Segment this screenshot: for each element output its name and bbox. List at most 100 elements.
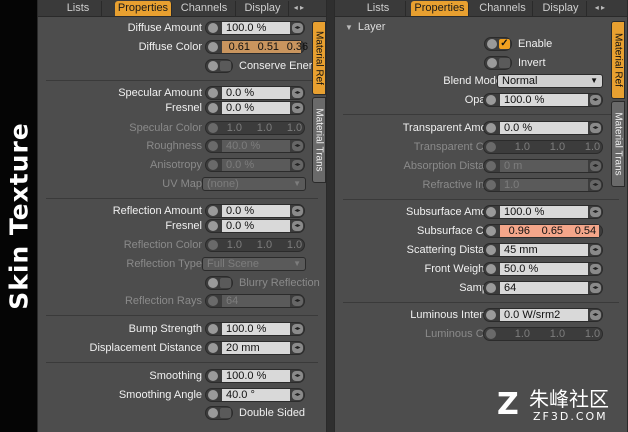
checkmark-icon[interactable]: ✓ xyxy=(499,39,510,49)
roughness-field[interactable]: 40.0 % ◂▸ xyxy=(205,139,305,153)
diffuse-color-field[interactable]: 0.61 0.51 0.36 xyxy=(205,40,308,54)
enable-toggle[interactable]: ✓ Enable xyxy=(484,37,604,51)
luminous-intensity-value[interactable]: 0.0 W/srm2 xyxy=(500,309,588,321)
envelope-dot-icon[interactable] xyxy=(486,180,496,190)
envelope-dot-icon[interactable] xyxy=(208,371,218,381)
reflection-rays-field[interactable]: 64 ◂▸ xyxy=(205,294,305,308)
smoothing-field[interactable]: 100.0 % ◂▸ xyxy=(205,369,305,383)
vtab-material-trans[interactable]: Material Trans xyxy=(611,101,625,187)
stepper-arrows-icon[interactable]: ◂▸ xyxy=(292,23,303,33)
reflection-amount-field[interactable]: 0.0 % ◂▸ xyxy=(205,204,305,218)
envelope-dot-icon[interactable] xyxy=(208,42,218,52)
tab-channels[interactable]: Channels xyxy=(173,1,236,16)
tab-display[interactable]: Display xyxy=(237,1,289,16)
envelope-dot-icon[interactable] xyxy=(208,141,218,151)
blend-mode-dropdown[interactable]: Normal ▼ xyxy=(497,74,603,88)
double-sided-checkbox[interactable] xyxy=(205,406,233,420)
envelope-dot-icon[interactable] xyxy=(486,264,496,274)
chevron-down-icon[interactable]: ▼ xyxy=(345,23,353,32)
opacity-value[interactable]: 100.0 % xyxy=(500,94,588,106)
anisotropy-value[interactable]: 0.0 % xyxy=(222,159,290,171)
subsurface-amount-value[interactable]: 100.0 % xyxy=(500,206,588,218)
envelope-dot-icon[interactable] xyxy=(208,324,218,334)
enable-checkbox[interactable]: ✓ xyxy=(484,37,512,51)
layer-section-header[interactable]: ▼ Layer xyxy=(345,21,385,33)
invert-toggle[interactable]: Invert xyxy=(484,56,604,70)
stepper-arrows-icon[interactable]: ◂▸ xyxy=(292,88,303,98)
stepper-arrows-icon[interactable]: ◂▸ xyxy=(590,207,601,217)
envelope-dot-icon[interactable] xyxy=(208,23,218,33)
stepper-arrows-icon[interactable]: ◂▸ xyxy=(590,310,601,320)
fresnel-2-value[interactable]: 0.0 % xyxy=(222,220,290,232)
diffuse-amount-value[interactable]: 100.0 % xyxy=(222,22,290,34)
luminous-color-field[interactable]: 1.0 1.0 1.0 xyxy=(483,327,603,341)
absorption-distance-field[interactable]: 0 m ◂▸ xyxy=(483,159,603,173)
stepper-arrows-icon[interactable]: ◂▸ xyxy=(292,160,303,170)
stepper-arrows-icon[interactable]: ◂▸ xyxy=(292,390,303,400)
stepper-arrows-icon[interactable]: ◂▸ xyxy=(292,141,303,151)
envelope-dot-icon[interactable] xyxy=(487,39,497,49)
envelope-dot-icon[interactable] xyxy=(208,408,218,418)
envelope-dot-icon[interactable] xyxy=(208,206,218,216)
stepper-arrows-icon[interactable]: ◂▸ xyxy=(590,245,601,255)
fresnel-2-field[interactable]: 0.0 % ◂▸ xyxy=(205,219,305,233)
envelope-dot-icon[interactable] xyxy=(208,88,218,98)
transparent-color-swatch[interactable]: 1.0 1.0 1.0 xyxy=(500,141,600,153)
specular-color-field[interactable]: 1.0 1.0 1.0 xyxy=(205,121,305,135)
reflection-type-dropdown[interactable]: Full Scene ▼ xyxy=(202,257,306,271)
tab-scroll-icon[interactable]: ◂ ▸ xyxy=(595,3,605,12)
subsurface-color-swatch[interactable]: 0.96 0.65 0.54 xyxy=(500,225,599,237)
envelope-dot-icon[interactable] xyxy=(208,61,218,71)
envelope-dot-icon[interactable] xyxy=(208,296,218,306)
fresnel-field[interactable]: 0.0 % ◂▸ xyxy=(205,101,305,115)
stepper-arrows-icon[interactable]: ◂▸ xyxy=(292,103,303,113)
diffuse-amount-field[interactable]: 100.0 % ◂▸ xyxy=(205,21,305,35)
conserve-energy-checkbox[interactable] xyxy=(205,59,233,73)
stepper-arrows-icon[interactable]: ◂▸ xyxy=(590,123,601,133)
absorption-distance-value[interactable]: 0 m xyxy=(500,160,588,172)
stepper-arrows-icon[interactable]: ◂▸ xyxy=(292,343,303,353)
envelope-dot-icon[interactable] xyxy=(208,221,218,231)
tab-lists[interactable]: Lists xyxy=(55,1,102,16)
stepper-arrows-icon[interactable]: ◂▸ xyxy=(590,180,601,190)
smoothing-value[interactable]: 100.0 % xyxy=(222,370,290,382)
reflection-color-swatch[interactable]: 1.0 1.0 1.0 xyxy=(222,239,302,251)
conserve-energy-toggle[interactable]: Conserve Energy xyxy=(205,59,325,73)
checkbox-box[interactable] xyxy=(220,61,231,71)
refractive-index-value[interactable]: 1.0 xyxy=(500,179,588,191)
vtab-material-ref[interactable]: Material Ref xyxy=(312,21,326,95)
envelope-dot-icon[interactable] xyxy=(486,161,496,171)
displacement-distance-field[interactable]: 20 mm ◂▸ xyxy=(205,341,305,355)
specular-amount-field[interactable]: 0.0 % ◂▸ xyxy=(205,86,305,100)
envelope-dot-icon[interactable] xyxy=(486,207,496,217)
double-sided-toggle[interactable]: Double Sided xyxy=(205,406,325,420)
reflection-color-field[interactable]: 1.0 1.0 1.0 xyxy=(205,238,305,252)
tab-properties[interactable]: Properties xyxy=(411,1,469,16)
blurry-reflection-toggle[interactable]: Blurry Reflection xyxy=(205,276,325,290)
opacity-field[interactable]: 100.0 % ◂▸ xyxy=(483,93,603,107)
envelope-dot-icon[interactable] xyxy=(486,245,496,255)
stepper-arrows-icon[interactable]: ◂▸ xyxy=(590,264,601,274)
envelope-dot-icon[interactable] xyxy=(208,278,218,288)
invert-checkbox[interactable] xyxy=(484,56,512,70)
roughness-value[interactable]: 40.0 % xyxy=(222,140,290,152)
bump-strength-field[interactable]: 100.0 % ◂▸ xyxy=(205,322,305,336)
smoothing-angle-value[interactable]: 40.0 ° xyxy=(222,389,290,401)
envelope-dot-icon[interactable] xyxy=(208,103,218,113)
specular-color-swatch[interactable]: 1.0 1.0 1.0 xyxy=(222,122,302,134)
envelope-dot-icon[interactable] xyxy=(208,240,218,250)
reflection-amount-value[interactable]: 0.0 % xyxy=(222,205,290,217)
vtab-material-ref[interactable]: Material Ref xyxy=(611,21,625,99)
subsurface-color-field[interactable]: 0.96 0.65 0.54 xyxy=(483,224,603,238)
vtab-material-trans[interactable]: Material Trans xyxy=(312,97,326,183)
tab-channels[interactable]: Channels xyxy=(473,1,533,16)
transparent-color-field[interactable]: 1.0 1.0 1.0 xyxy=(483,140,603,154)
bump-strength-value[interactable]: 100.0 % xyxy=(222,323,290,335)
checkbox-box[interactable] xyxy=(499,58,510,68)
anisotropy-field[interactable]: 0.0 % ◂▸ xyxy=(205,158,305,172)
smoothing-angle-field[interactable]: 40.0 ° ◂▸ xyxy=(205,388,305,402)
subsurface-amount-field[interactable]: 100.0 % ◂▸ xyxy=(483,205,603,219)
stepper-arrows-icon[interactable]: ◂▸ xyxy=(292,296,303,306)
stepper-arrows-icon[interactable]: ◂▸ xyxy=(292,324,303,334)
blurry-reflection-checkbox[interactable] xyxy=(205,276,233,290)
